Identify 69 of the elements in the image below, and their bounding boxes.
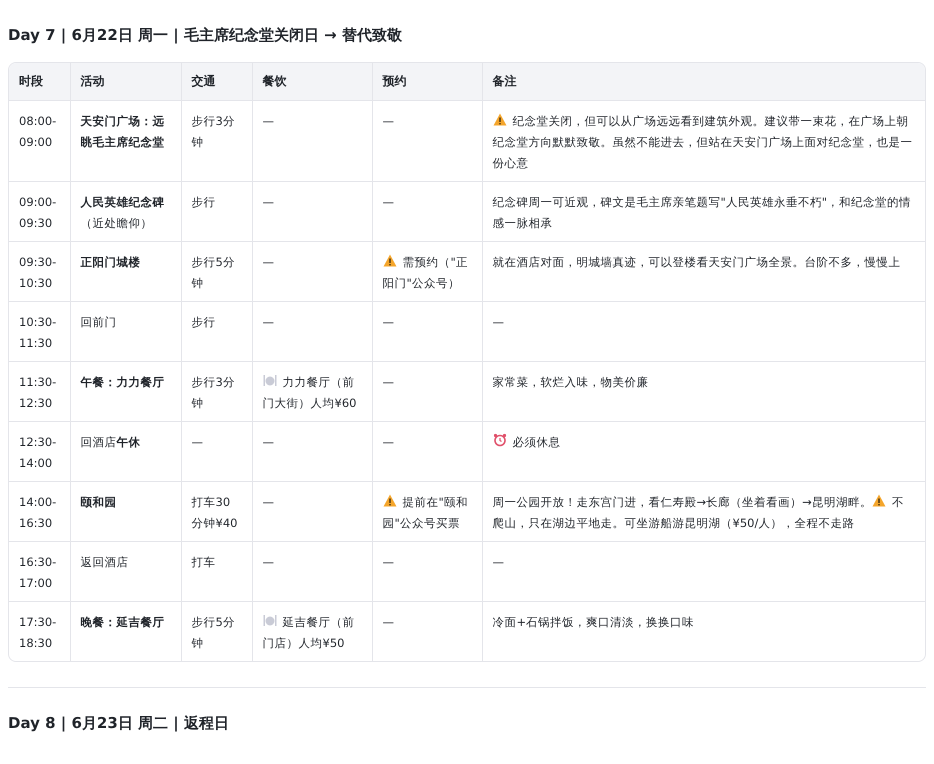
column-header: 交通 (181, 63, 252, 100)
transport-cell: 步行 (181, 302, 252, 362)
transport-cell: 步行3分钟 (181, 100, 252, 182)
plate-cutlery-icon (262, 374, 276, 387)
column-header: 预约 (372, 63, 482, 100)
notes-cell: 冷面+石锅拌饭，爽口清淡，换换口味 (482, 602, 925, 661)
booking-cell: — (372, 362, 482, 422)
booking-cell: — (372, 302, 482, 362)
day-heading: Day 7 | 6月22日 周一 | 毛主席纪念堂关闭日 → 替代致敬 (8, 25, 403, 46)
activity-cell: 天安门广场：远眺毛主席纪念堂 (70, 100, 181, 182)
dining-cell: — (252, 182, 372, 242)
plate-cutlery-icon (262, 614, 276, 627)
activity-cell: 人民英雄纪念碑（近处瞻仰） (70, 182, 181, 242)
activity-cell: 晚餐：延吉餐厅 (70, 602, 181, 661)
dining-cell: — (252, 482, 372, 542)
booking-cell: 需预约（"正阳门"公众号） (372, 242, 482, 302)
warning-icon (382, 494, 396, 507)
time-cell: 09:30-10:30 (9, 242, 70, 302)
dining-cell: 延吉餐厅（前门店）人均¥50 (252, 602, 372, 661)
time-cell: 16:30-17:00 (9, 542, 70, 602)
column-header: 备注 (482, 63, 925, 100)
booking-cell: — (372, 542, 482, 602)
dining-cell: — (252, 422, 372, 482)
time-cell: 14:00-16:30 (9, 482, 70, 542)
booking-cell: 提前在"颐和园"公众号买票 (372, 482, 482, 542)
warning-icon (872, 494, 886, 507)
dining-cell: — (252, 542, 372, 602)
column-header: 时段 (9, 63, 70, 100)
transport-cell: — (181, 422, 252, 482)
column-header: 活动 (70, 63, 181, 100)
time-cell: 12:30-14:00 (9, 422, 70, 482)
warning-icon (492, 113, 506, 126)
activity-cell: 正阳门城楼 (70, 242, 181, 302)
transport-cell: 步行5分钟 (181, 242, 252, 302)
activity-cell: 午餐：力力餐厅 (70, 362, 181, 422)
column-header: 餐饮 (252, 63, 372, 100)
activity-cell: 回酒店午休 (70, 422, 181, 482)
dining-cell: 力力餐厅（前门大街）人均¥60 (252, 362, 372, 422)
notes-cell: — (482, 542, 925, 602)
activity-cell: 颐和园 (70, 482, 181, 542)
time-cell: 10:30-11:30 (9, 302, 70, 362)
transport-cell: 步行3分钟 (181, 362, 252, 422)
transport-cell: 步行 (181, 182, 252, 242)
dining-cell: — (252, 302, 372, 362)
notes-cell: 就在酒店对面，明城墙真迹，可以登楼看天安门广场全景。台阶不多，慢慢上 (482, 242, 925, 302)
dining-cell: — (252, 100, 372, 182)
booking-cell: — (372, 182, 482, 242)
booking-cell: — (372, 100, 482, 182)
time-cell: 11:30-12:30 (9, 362, 70, 422)
transport-cell: 打车 (181, 542, 252, 602)
booking-cell: — (372, 422, 482, 482)
notes-cell: — (482, 302, 925, 362)
time-cell: 17:30-18:30 (9, 602, 70, 661)
dining-cell: — (252, 242, 372, 302)
notes-cell: 纪念碑周一可近观，碑文是毛主席亲笔题写"人民英雄永垂不朽"，和纪念堂的情感一脉相承 (482, 182, 925, 242)
activity-cell: 返回酒店 (70, 542, 181, 602)
warning-icon (382, 254, 396, 267)
day-heading: Day 8 | 6月23日 周二 | 返程日 (8, 713, 230, 734)
notes-cell: 周一公园开放！走东宫门进，看仁寿殿→长廊（坐着看画）→昆明湖畔。 不爬山，只在湖边平地走。可坐游船游昆明湖（¥50/人），全程不走路 (482, 482, 925, 542)
time-cell: 08:00-09:00 (9, 100, 70, 182)
time-cell: 09:00-09:30 (9, 182, 70, 242)
transport-cell: 步行5分钟 (181, 602, 252, 661)
booking-cell: — (372, 602, 482, 661)
notes-cell: 纪念堂关闭，但可以从广场远远看到建筑外观。建议带一束花，在广场上朝纪念堂方向默默致敬。虽然不能进去，但站在天安门广场上面对纪念堂，也是一份心意 (482, 100, 925, 182)
alarm-clock-icon (492, 433, 506, 447)
notes-cell: 家常菜，软烂入味，物美价廉 (482, 362, 925, 422)
activity-cell: 回前门 (70, 302, 181, 362)
transport-cell: 打车30分钟¥40 (181, 482, 252, 542)
notes-cell: 必须休息 (482, 422, 925, 482)
